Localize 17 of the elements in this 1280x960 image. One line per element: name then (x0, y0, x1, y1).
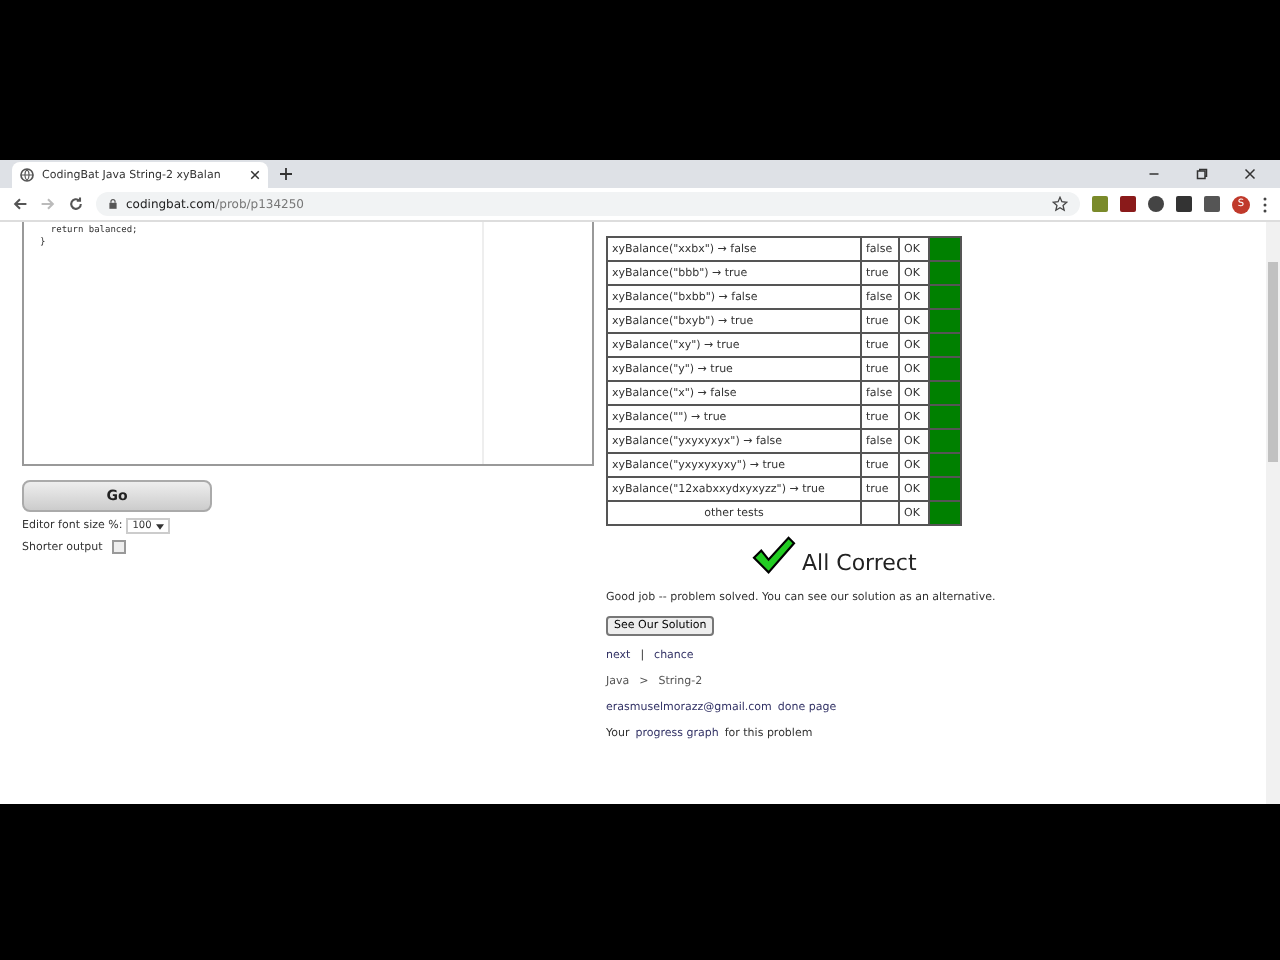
globe-icon (20, 168, 34, 182)
caret-icon (155, 523, 164, 529)
close-icon[interactable] (250, 170, 260, 180)
scrollbar[interactable] (1266, 222, 1280, 804)
star-icon[interactable] (1052, 196, 1068, 212)
reload-icon[interactable] (68, 196, 84, 212)
checkmark-icon (752, 536, 796, 576)
new-tab-icon[interactable] (280, 168, 292, 180)
menu-icon[interactable] (1262, 195, 1268, 213)
lock-icon (108, 198, 118, 210)
shorter-output-checkbox[interactable] (112, 540, 127, 554)
restore-icon[interactable] (1196, 168, 1208, 180)
minimize-icon[interactable] (1148, 168, 1160, 180)
table-cell (861, 501, 899, 525)
verdict-text: All Correct (802, 550, 917, 576)
close-icon[interactable] (1244, 168, 1256, 180)
back-icon[interactable] (12, 196, 28, 212)
